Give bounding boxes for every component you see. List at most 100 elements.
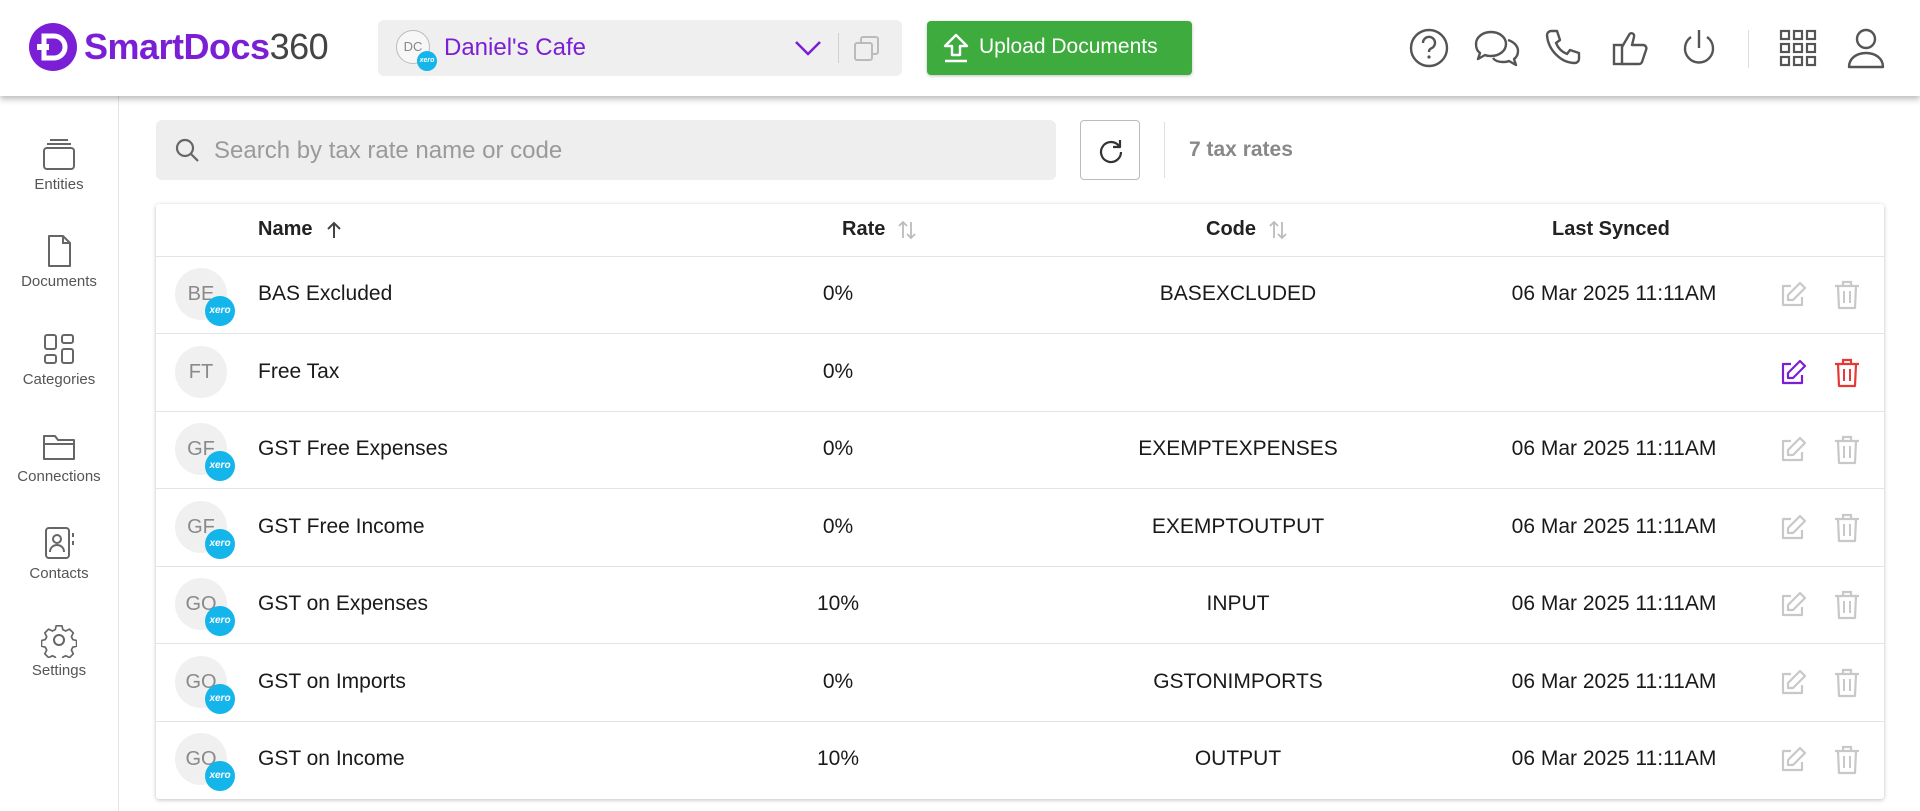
logo-number-text: 360 [269,26,329,67]
cell-code: OUTPUT [1194,747,1282,770]
column-header-label: Name [258,218,313,240]
search-input[interactable] [212,130,1036,172]
apps-grid-icon[interactable] [1776,26,1820,70]
cell-name: GST Free Expenses [258,437,448,460]
cell-rate: 0% [822,282,854,305]
column-header-label: Last Synced [1552,218,1670,240]
entity-selector-divider [838,33,839,63]
edit-icon [1778,668,1808,698]
entity-selector[interactable]: DC xero Daniel's Cafe [378,20,902,76]
table-row[interactable]: GO xero GST on Imports 0% GSTONIMPORTS 06 Mar… [156,644,1884,722]
column-header-label: Rate [842,218,886,240]
table-row[interactable]: GO xero GST on Expenses 10% INPUT 06 Mar 2025… [156,566,1884,644]
document-icon [48,235,71,267]
column-header-name[interactable]: Name [258,218,344,241]
refresh-button[interactable] [1080,120,1140,180]
table-row[interactable]: GO xero GST on Income 10% OUTPUT 06 Mar 2025 … [156,721,1884,798]
delete-icon[interactable] [1833,358,1861,388]
row-avatar: GO xero [175,655,235,714]
column-header-code[interactable]: Code [1206,218,1288,241]
cell-last-synced: 06 Mar 2025 11:11AM [1511,514,1717,538]
edit-icon [1778,513,1808,543]
folder-icon [43,435,75,460]
upload-documents-button[interactable]: Upload Documents [927,21,1192,75]
cell-name: GST on Expenses [258,592,429,615]
search-icon [175,138,199,162]
row-initials: FT [188,360,214,383]
row-avatar: FT [175,345,227,398]
sidebar-item-label: Categories [22,371,96,388]
cell-last-synced: 06 Mar 2025 11:11AM [1511,669,1717,693]
edit-icon [1778,280,1808,310]
sort-ascending-icon [327,221,341,238]
row-avatar: BE xero [175,268,235,326]
xero-badge-icon: xero [205,528,235,559]
sidebar-item-connections[interactable]: Connections [0,428,118,518]
thumbs-up-icon[interactable] [1609,26,1653,70]
table-row[interactable]: GF xero GST Free Income 0% EXEMPTOUTPUT 06 Ma… [156,489,1884,567]
cell-last-synced: 06 Mar 2025 11:11AM [1511,747,1717,770]
sidebar-item-contacts[interactable]: Contacts [0,525,118,615]
column-header-rate[interactable]: Rate [842,218,917,241]
contacts-icon [45,527,74,559]
xero-badge-icon: xero [417,51,437,71]
entity-initials: DC [403,39,423,54]
cell-name: BAS Excluded [258,282,393,305]
upload-documents-label: Upload Documents [979,35,1158,58]
phone-icon[interactable] [1541,26,1585,70]
cell-code: BASEXCLUDED [1159,282,1317,305]
row-avatar: GF xero [175,423,235,481]
xero-badge-icon: xero [205,296,235,326]
power-icon[interactable] [1677,26,1721,70]
copy-icon[interactable] [852,34,882,64]
toolbar-divider [1164,122,1165,178]
header-divider [1748,30,1749,68]
cell-rate: 0% [822,437,854,460]
stack-icon [43,139,75,170]
sidebar-item-label: Settings [31,662,87,679]
xero-badge-icon: xero [205,451,235,481]
cell-rate: 10% [816,592,860,615]
categories-icon [44,334,74,364]
smartdocs-logo[interactable]: SmartDocs360 [28,22,329,72]
xero-badge-icon: xero [205,683,235,714]
edit-icon [1778,435,1808,465]
user-profile-icon[interactable] [1844,26,1888,70]
sidebar-item-settings[interactable]: Settings [0,622,118,712]
row-avatar: GO xero [175,578,235,636]
chevron-down-icon[interactable] [794,40,822,56]
chat-icon[interactable] [1472,26,1522,70]
cell-last-synced: 06 Mar 2025 11:11AM [1511,282,1717,305]
cell-code: EXEMPTEXPENSES [1138,437,1338,460]
edit-icon[interactable] [1778,358,1808,388]
cell-rate: 0% [822,359,854,383]
cell-code: GSTONIMPORTS [1153,669,1323,693]
cell-code: INPUT [1206,592,1270,615]
row-avatar: GO xero [175,733,235,791]
table-header: Name Rate Code Last Synced [156,204,1884,257]
cell-code: EXEMPTOUTPUT [1151,514,1325,538]
table-row[interactable]: BE xero BAS Excluded 0% BASEXCLUDED 06 Mar 20… [156,256,1884,334]
delete-icon [1833,435,1861,465]
sidebar-item-entities[interactable]: Entities [0,136,118,226]
upload-icon [943,33,969,63]
logo-smart-text: SmartDocs [84,26,270,67]
search-box[interactable] [156,120,1056,180]
smartdocs-logo-mark-icon [29,23,77,71]
table-row[interactable]: GF xero GST Free Expenses 0% EXEMPTEXPENSES 0… [156,411,1884,489]
column-header-last-synced: Last Synced [1552,218,1670,241]
table-row[interactable]: FT Free Tax 0% [156,334,1884,412]
help-icon[interactable] [1407,26,1451,70]
cell-last-synced: 06 Mar 2025 11:11AM [1511,592,1717,615]
logo-text: SmartDocs360 [84,22,329,72]
sidebar-item-categories[interactable]: Categories [0,331,118,421]
sort-unsorted-icon [898,220,916,239]
sidebar-item-documents[interactable]: Documents [0,233,118,323]
sidebar-item-label: Entities [34,176,84,193]
cell-rate: 0% [822,514,854,538]
cell-last-synced: 06 Mar 2025 11:11AM [1511,437,1717,460]
sidebar-item-label: Contacts [29,565,89,582]
delete-icon [1833,590,1861,620]
tax-rates-table: Name Rate Code Last Synced BE xero BAS E… [156,204,1884,799]
edit-icon [1778,590,1808,620]
